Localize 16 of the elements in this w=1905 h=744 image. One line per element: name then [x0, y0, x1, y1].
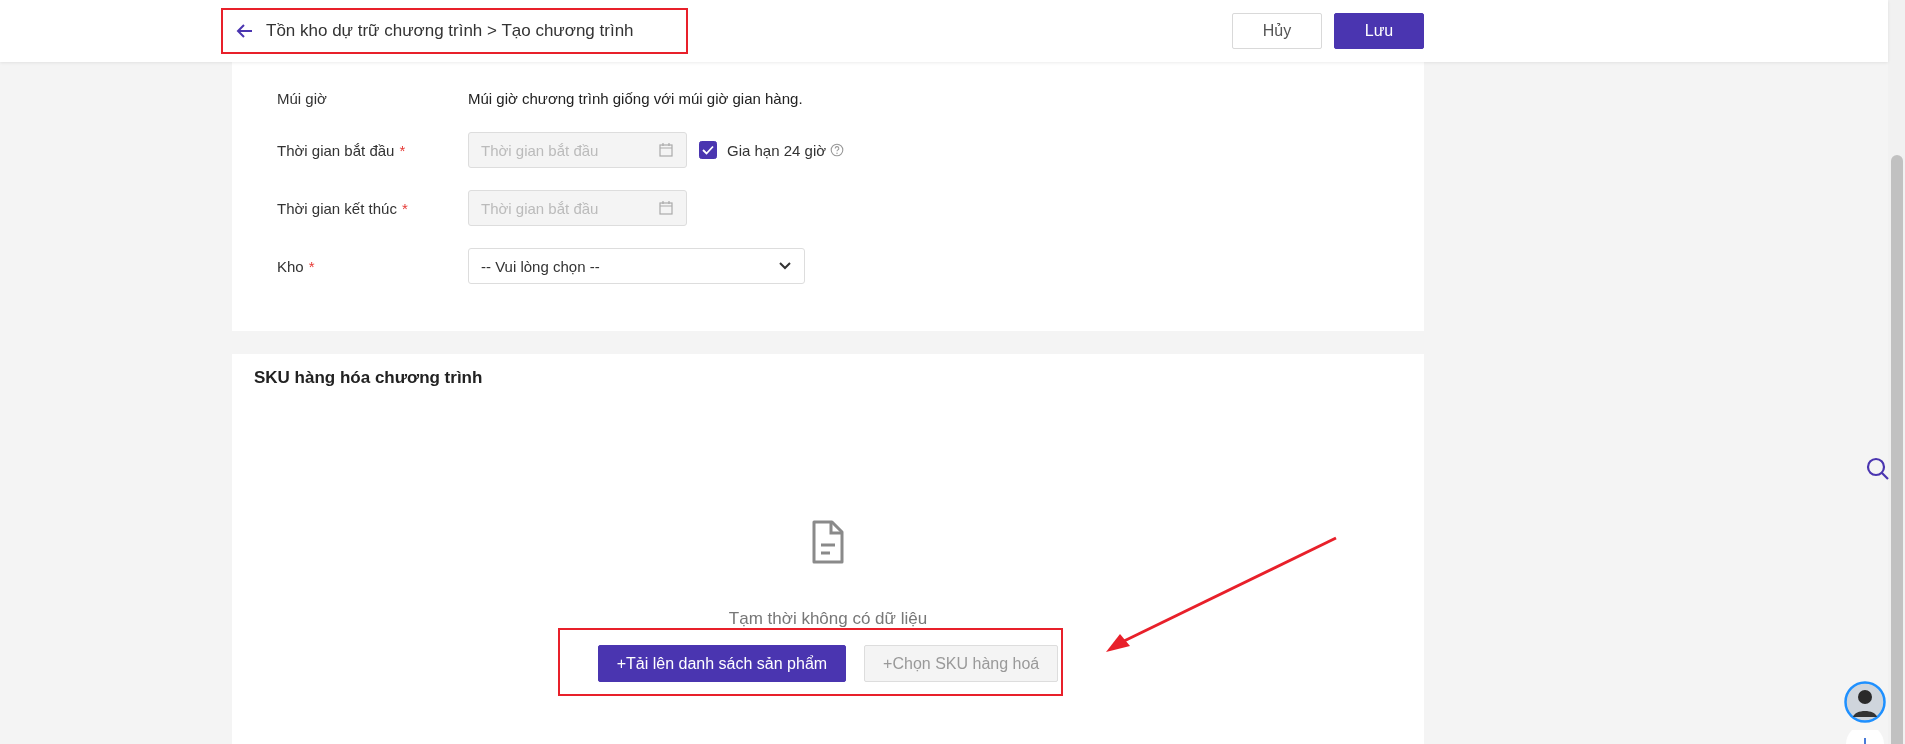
field-label: Thời gian kết thúc	[277, 199, 397, 217]
field-value: Múi giờ chương trình giống với múi giờ gian hàng.	[468, 89, 803, 107]
cancel-button[interactable]: Hủy	[1232, 13, 1322, 49]
select-field[interactable]: -- Vui lòng chọn --	[468, 248, 805, 284]
checkbox-label: Gia hạn 24 giờ	[727, 141, 827, 159]
field-label: Thời gian bắt đầu	[277, 141, 395, 159]
save-button[interactable]: Lưu	[1334, 13, 1424, 49]
breadcrumb: Tồn kho dự trữ chương trình > Tạo chương trình	[266, 21, 634, 41]
required-mark: *	[399, 141, 406, 159]
required-mark: *	[401, 199, 408, 217]
field-label: Kho	[277, 257, 304, 275]
empty-state-text: Tạm thời không có dữ liệu	[728, 610, 928, 628]
upload-button[interactable]: +Tải lên danh sách sản phẩm	[597, 645, 847, 682]
required-mark: *	[308, 257, 315, 275]
section-title: SKU hàng hóa chương trình	[254, 368, 483, 388]
field-label: Múi giờ	[277, 89, 327, 107]
